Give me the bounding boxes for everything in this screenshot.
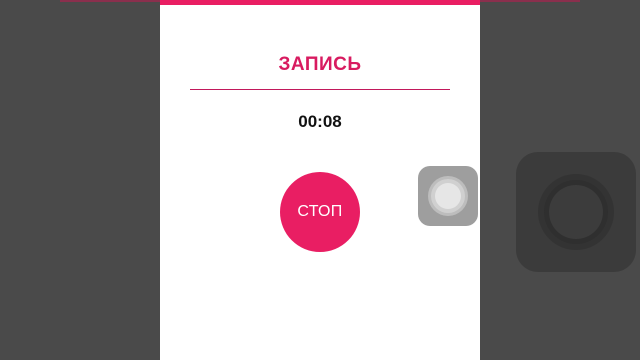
recording-timer: 00:08 — [298, 112, 342, 131]
dialog-title: ЗАПИСЬ — [278, 54, 362, 75]
title-divider — [190, 89, 450, 90]
assistive-touch-outer-ring — [538, 174, 614, 250]
dialog-accent-bar — [160, 0, 480, 5]
assistive-touch-middle-ring — [431, 179, 465, 213]
stop-button[interactable]: СТОП — [280, 172, 360, 252]
stop-button-label: СТОП — [297, 203, 343, 220]
assistive-touch-core — [549, 185, 603, 239]
assistive-touch-outer-ring — [428, 176, 468, 216]
assistive-touch-middle-ring — [544, 180, 608, 244]
assistive-touch-large-icon[interactable] — [516, 152, 636, 272]
assistive-touch-small-icon[interactable] — [418, 166, 478, 226]
assistive-touch-core — [435, 183, 461, 209]
